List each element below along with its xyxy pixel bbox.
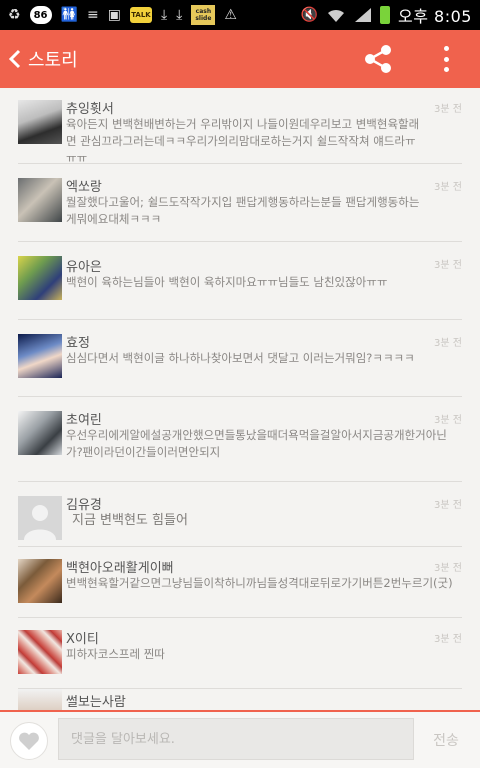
page-title: 스토리 xyxy=(28,50,78,71)
avatar[interactable] xyxy=(18,411,62,455)
app-bar: 스토리 xyxy=(0,30,480,88)
restroom-icon: 🚻 xyxy=(60,7,78,23)
comment-text: 심심다면서 백현이글 하나하나찾아보면서 댓달고 이러는거뭐임?ㅋㅋㅋㅋ xyxy=(66,351,415,365)
like-button[interactable] xyxy=(10,722,48,760)
cashslide-icon: cash slide xyxy=(191,5,216,25)
comment-text: 지금 변백현도 힘들어 xyxy=(72,513,188,528)
list-item[interactable]: X이티 피하자코스프레 찐따 3분 전 xyxy=(18,618,462,689)
share-icon xyxy=(365,45,391,73)
download-icon: ⤓ xyxy=(160,7,168,23)
commenter-name: 유아은 xyxy=(66,260,102,275)
comment-list[interactable]: 츄잉휫서 육아든지 변백현배변하는거 우리밖이지 나들이원데우리보고 변백현육할… xyxy=(0,88,480,710)
avatar[interactable] xyxy=(18,334,62,378)
clock: 오후 8:05 xyxy=(398,7,472,26)
commenter-name: 김유경 xyxy=(66,498,102,513)
list-item[interactable]: 츄잉휫서 육아든지 변백현배변하는거 우리밖이지 나들이원데우리보고 변백현육할… xyxy=(18,88,462,165)
recycle-icon: ♻ xyxy=(8,7,21,23)
comment-time: 3분 전 xyxy=(434,500,462,511)
comment-time: 3분 전 xyxy=(434,634,462,645)
commenter-name: 츄잉휫서 xyxy=(66,102,114,117)
comment-text: 우선우리에게알에설공개안했으면들통났을때더욕먹을걸알아서지금공개한거아닌가?팬이… xyxy=(66,428,447,459)
chevron-left-icon xyxy=(9,49,21,69)
default-avatar-icon xyxy=(24,505,56,540)
avatar[interactable] xyxy=(18,256,62,300)
comment-time: 3분 전 xyxy=(434,182,462,193)
avatar[interactable] xyxy=(18,559,62,603)
mute-icon: 🔇 xyxy=(300,7,319,23)
battery-icon xyxy=(380,6,391,24)
overflow-menu-button[interactable] xyxy=(434,44,458,74)
list-item[interactable]: 백현아오래활게이뻐 변백현육할거같으면그냥님들이착하니까님들성격대로뒤로가기버튼… xyxy=(18,547,462,618)
comment-text: 뭘잘했다고울어; 쉴드도작작가지입 팬답게행동하라는분들 팬답게행동하는게뭐에요… xyxy=(66,195,420,226)
list-item[interactable]: 엑쏘랑 뭘잘했다고울어; 쉴드도작작가지입 팬답게행동하라는분들 팬답게행동하는… xyxy=(18,164,462,242)
stack-icon: ≡ xyxy=(87,7,99,23)
list-item[interactable]: 효정 심심다면서 백현이글 하나하나찾아보면서 댓달고 이러는거뭐임?ㅋㅋㅋㅋ … xyxy=(18,320,462,397)
notification-badge: 86 xyxy=(29,6,52,24)
dot-icon xyxy=(443,46,449,51)
signal-icon xyxy=(354,6,372,24)
back-button[interactable] xyxy=(4,30,26,88)
avatar[interactable] xyxy=(18,100,62,144)
send-button[interactable]: 전송 xyxy=(424,730,468,750)
comment-time: 3분 전 xyxy=(434,415,462,426)
warning-icon: ⚠ xyxy=(224,7,237,23)
avatar[interactable] xyxy=(18,630,62,674)
avatar[interactable] xyxy=(18,496,62,540)
comment-time: 3분 전 xyxy=(434,260,462,271)
comment-time: 3분 전 xyxy=(434,104,462,115)
commenter-name: 백현아오래활게이뻐 xyxy=(66,561,174,576)
comment-input[interactable] xyxy=(58,718,414,760)
commenter-name: 초여린 xyxy=(66,413,102,428)
avatar[interactable] xyxy=(18,689,62,710)
dot-icon xyxy=(443,56,449,62)
list-item[interactable]: 유아은 백현이 육하는님들아 백현이 육하지마요ㅠㅠ님들도 남친있잖아ㅠㅠ 3분… xyxy=(18,242,462,320)
comment-time: 3분 전 xyxy=(434,563,462,574)
list-item[interactable]: 썰보는사람 xyxy=(18,689,462,710)
commenter-name: 효정 xyxy=(66,336,90,351)
comment-text: 변백현육할거같으면그냥님들이착하니까님들성격대로뒤로가기버튼2번누르기(굿) xyxy=(66,576,453,590)
comment-time: 3분 전 xyxy=(434,338,462,349)
dot-icon xyxy=(443,67,449,72)
comment-text: 육아든지 변백현배변하는거 우리밖이지 나들이원데우리보고 변백현육할래면 관심… xyxy=(66,117,420,165)
wifi-icon xyxy=(326,6,346,24)
commenter-name: 썰보는사람 xyxy=(66,695,126,710)
commenter-name: X이티 xyxy=(66,632,99,647)
list-item[interactable]: 초여린 우선우리에게알에설공개안했으면들통났을때더욕먹을걸알아서지금공개한거아닌… xyxy=(18,397,462,482)
avatar[interactable] xyxy=(18,178,62,222)
comment-text: 백현이 육하는님들아 백현이 육하지마요ㅠㅠ님들도 남친있잖아ㅠㅠ xyxy=(66,275,388,289)
download-icon: ⤓ xyxy=(176,7,183,23)
status-bar: ♻ 86 🚻 ≡ ▣ TALK ⤓ ⤓ cash slide ⚠ 🔇 오후 8:… xyxy=(0,0,480,30)
commenter-name: 엑쏘랑 xyxy=(66,180,102,195)
list-item[interactable]: 김유경 지금 변백현도 힘들어 3분 전 xyxy=(18,482,462,547)
heart-icon xyxy=(19,732,39,750)
comment-text: 피하자코스프레 찐따 xyxy=(66,647,165,661)
comment-bar: 전송 xyxy=(0,710,480,768)
kakaotalk-icon: TALK xyxy=(129,7,152,23)
image-icon: ▣ xyxy=(107,7,121,23)
share-button[interactable] xyxy=(362,44,394,74)
